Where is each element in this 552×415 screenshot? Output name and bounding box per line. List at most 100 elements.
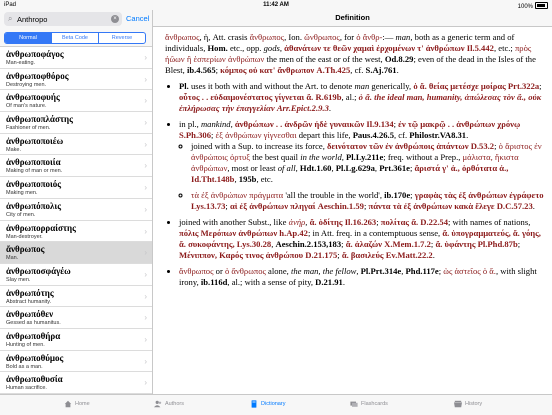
citation-link[interactable]: D.21.91	[315, 277, 343, 287]
citation-link[interactable]: ἀθανάτων τε θεῶν χαμαὶ ἐρχομένων τ' ἀνθρ…	[284, 43, 494, 53]
clear-search-icon[interactable]: ×	[111, 15, 119, 23]
tab-flashcards[interactable]: Flashcards	[350, 400, 388, 408]
citation-link[interactable]: Pl.Prt.314e	[361, 266, 402, 276]
chevron-right-icon: ›	[144, 334, 147, 344]
citation-link[interactable]: Od.8.29	[385, 54, 414, 64]
definition-intro: ἄνθρωπος, ἡ, Att. crasis ἅνθρωπος, Ion. …	[165, 32, 536, 75]
chevron-right-icon: ›	[144, 74, 147, 84]
entry-headword: ἀνθρωπότης	[6, 287, 54, 298]
citation-link[interactable]: S.Aj.761	[366, 65, 397, 75]
list-item[interactable]: ἀνθρωπορραίστης Man-destroyer. ›	[0, 221, 152, 243]
list-item[interactable]: ἀνθρωποθύμος Bold as a man. ›	[0, 351, 152, 373]
citation-link[interactable]: οὗτος . . εὐδαιμονέστατος γίγνεται ἄ. R.…	[179, 92, 341, 102]
citation-link[interactable]: Pl.	[179, 81, 189, 91]
citation-link[interactable]: Pl.Lg.629a	[336, 163, 375, 173]
subsense-item: τὰ ἐξ ἀνθρώπων πράγματα 'all the trouble…	[191, 190, 545, 212]
entry-gloss: Fashioner of men.	[6, 125, 51, 132]
citation-link[interactable]: Prt.361e	[379, 163, 410, 173]
tab-authors[interactable]: Authors	[154, 400, 184, 408]
subsense-item: joined with a Sup. to increase its force…	[191, 141, 545, 185]
citation-link[interactable]: Philostr.VA8.31	[409, 130, 466, 140]
list-item[interactable]: ἀνθρωποφθόρος Destroying men. ›	[0, 69, 152, 91]
citation-link[interactable]: Phd.117e	[406, 266, 439, 276]
tab-dictionary[interactable]: Dictionary	[250, 400, 285, 408]
citation-link[interactable]: αἱ ἐξ ἀνθρώπων πληγαί Aeschin.1.59	[230, 201, 364, 211]
search-icon: ⌕	[8, 14, 13, 23]
entry-list-pane: ⌕ × Cancel Normal Beta Code Reverse ἀνθρ…	[0, 10, 153, 395]
citation-link[interactable]: ἀνθρώπων . . ἀνδρῶν ἠδὲ γυναικῶν Il.9.13…	[235, 119, 394, 129]
chevron-right-icon: ›	[144, 161, 147, 171]
chevron-right-icon: ›	[144, 96, 147, 106]
citation-link[interactable]: Aeschin.2.153,183	[276, 239, 342, 249]
citation-link[interactable]: Hdt.1.60	[300, 163, 332, 173]
segment-beta-code[interactable]: Beta Code	[51, 33, 98, 43]
entry-headword: ἀνθρωποποιέω	[6, 135, 64, 146]
chevron-right-icon: ›	[144, 118, 147, 128]
list-item[interactable]: ἀνθρωπότης Abstract humanity. ›	[0, 286, 152, 308]
search-field[interactable]: ⌕ ×	[4, 12, 122, 26]
citation-link[interactable]: ἄ. ὑφάντης Pl.Phd.87b	[435, 239, 517, 249]
chevron-right-icon: ›	[144, 139, 147, 149]
citation-link[interactable]: Μένιππον, Καρός τινος ἀνθρώπου D.21.175	[179, 250, 337, 260]
segment-reverse[interactable]: Reverse	[98, 33, 145, 43]
list-item[interactable]: ἀνθρωποποιία Making of man or men. ›	[0, 155, 152, 178]
list-item[interactable]: ἀνθρωποφάγος Man-eating. ›	[0, 47, 152, 69]
list-item[interactable]: ἀνθρωποθυσία Human sacrifice. ›	[0, 372, 152, 394]
entry-gloss: Man-destroyer.	[6, 233, 43, 240]
chevron-right-icon: ›	[144, 204, 147, 214]
citation-link[interactable]: ib.4.565	[187, 65, 216, 75]
list-item[interactable]: ἀνθρωποφυής Of man's nature. ›	[0, 90, 152, 113]
chevron-right-icon: ›	[144, 183, 147, 193]
entry-list[interactable]: ἀνθρωποφάγος Man-eating. › ἀνθρωποφθόρος De…	[0, 46, 152, 395]
cancel-button[interactable]: Cancel	[126, 14, 149, 23]
citation-link[interactable]: κόμπος οὐ κατ' ἄνθρωπον A.Th.425	[220, 65, 350, 75]
entry-headword: ἀνθρωποποιός	[6, 179, 62, 190]
list-item[interactable]: ἀνθρωποσφάγέω Slay men. ›	[0, 264, 152, 286]
search-mode-control[interactable]: Normal Beta Code Reverse	[4, 32, 146, 44]
search-input[interactable]	[17, 13, 109, 25]
citation-link[interactable]: ἄ. ἀλαζών X.Mem.1.7.2	[346, 239, 431, 249]
sense-item: joined with another Subst., like ἀνήρ, ἄ…	[179, 217, 545, 261]
definition-text[interactable]: ἄνθρωπος, ἡ, Att. crasis ἅνθρωπος, Ion. …	[165, 32, 545, 293]
entry-headword: ἀνθρωποποιία	[6, 157, 61, 168]
entry-gloss: Bold as a man.	[6, 363, 43, 370]
citation-link[interactable]: δεινότατον τῶν ἐν ἀνθρώποις ἁπάντων D.53…	[327, 141, 494, 151]
chevron-right-icon: ›	[144, 53, 147, 62]
entry-gloss: Man-eating.	[6, 60, 36, 66]
greek-text: ὤνθρωπος	[304, 32, 340, 42]
citation-link[interactable]: ἄ. βασιλεύς Ev.Matt.22.2	[342, 250, 433, 260]
entry-headword: ἀνθρωποπλάστης	[6, 114, 73, 125]
citation-link[interactable]: πόλις Μερόπων ἀνθρώπων h.Ap.42	[179, 228, 308, 238]
entry-headword: ἀνθρωπόθεν	[6, 309, 54, 320]
chevron-right-icon: ›	[144, 356, 147, 366]
list-item[interactable]: ἀνθρωποποιός Making men. ›	[0, 177, 152, 199]
segment-normal[interactable]: Normal	[5, 33, 51, 43]
entry-headword: ἀνθρωποθύμος	[6, 352, 64, 363]
list-item[interactable]: ἀνθρωπόπολις City of men. ›	[0, 199, 152, 221]
chevron-right-icon: ›	[144, 226, 147, 236]
list-item[interactable]: ἀνθρωποποιέω Make. ›	[0, 134, 152, 156]
citation-link[interactable]: πάντα τὰ ἐξ ἀνθρώπων κακὰ ἔλεγε D.C.57.2…	[368, 201, 532, 211]
citation-link[interactable]: 195b	[239, 174, 257, 184]
greek-text: ἀνήρ	[288, 217, 306, 227]
citation-link[interactable]: Pl.Ly.211e	[346, 152, 383, 162]
list-item[interactable]: ἀνθρωποπλάστης Fashioner of men. ›	[0, 112, 152, 134]
entry-headword: ἀνθρωποφθόρος	[6, 70, 69, 81]
battery-indicator: 100%	[518, 2, 548, 10]
citation-link[interactable]: ὁ ἄ. θείας μετέσχε μοίρας Prt.322a	[413, 81, 539, 91]
citation-link[interactable]: Hom.	[208, 43, 228, 53]
citation-link[interactable]: ib.170e	[384, 190, 410, 200]
tab-home[interactable]: Home	[64, 400, 90, 408]
entry-headword: ἀνθρωπόπολις	[6, 200, 62, 211]
list-item-selected[interactable]: ἄνθρωπος Man. ›	[0, 242, 152, 264]
list-item[interactable]: ἀνθρωποθήρα Hunting of men. ›	[0, 329, 152, 351]
history-icon	[454, 400, 462, 408]
citation-link[interactable]: πολίτας ἄ. D.22.54	[381, 217, 448, 227]
citation-link[interactable]: Paus.4.26.5	[353, 130, 394, 140]
list-item[interactable]: ἀνθρωπόθεν Gessed as humanitus. ›	[0, 307, 152, 329]
tab-history[interactable]: History	[454, 400, 482, 408]
citation-link[interactable]: ib.116d	[201, 277, 228, 287]
citation-link[interactable]: ἄ. ὁδίτης Il.16.263	[310, 217, 377, 227]
entry-headword: ἀνθρωποφάγος	[6, 49, 64, 59]
entry-gloss: Making of man or men.	[6, 168, 63, 175]
